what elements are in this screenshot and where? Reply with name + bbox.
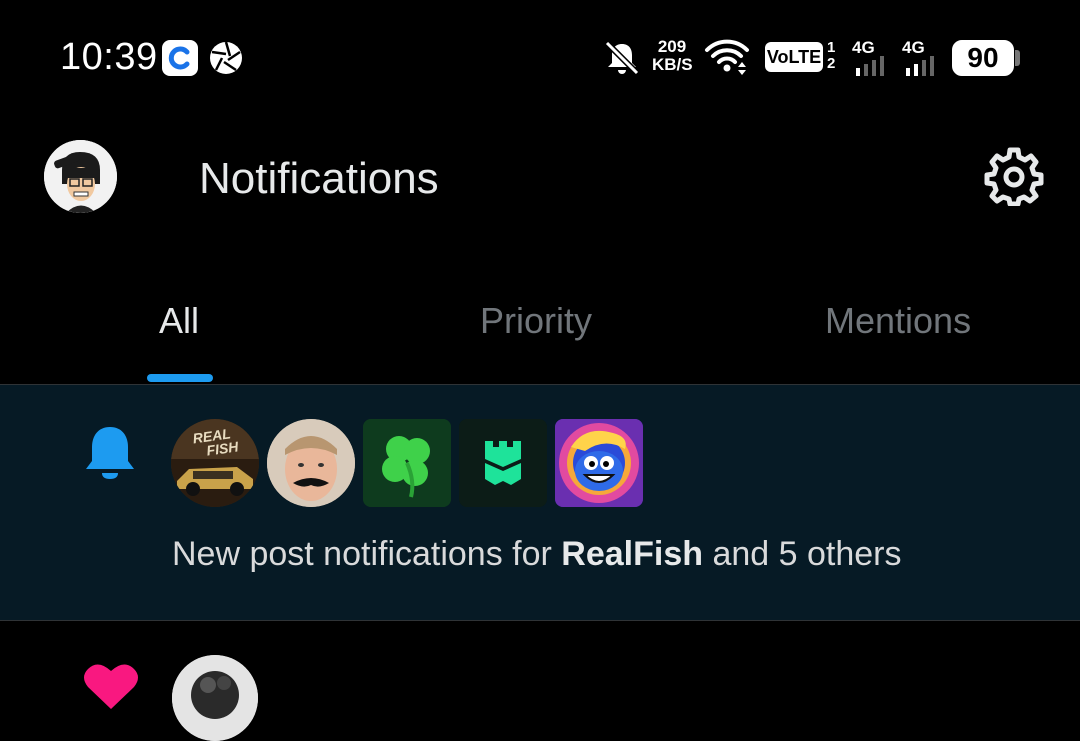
net-speed-unit: KB/S — [652, 55, 693, 74]
notification-item-next[interactable] — [0, 621, 1080, 741]
notification-tabs: All Priority Mentions — [0, 270, 1080, 385]
heart-icon — [82, 661, 140, 713]
next-notification-avatar[interactable] — [172, 655, 258, 741]
net-speed: 209 KB/S — [652, 37, 693, 74]
blue-creature-avatar[interactable] — [555, 419, 643, 507]
signal-1-icon: 4G — [852, 38, 892, 76]
notification-text-prefix: New post notifications for — [172, 535, 562, 573]
sim-2-label: 2 — [827, 55, 836, 72]
page-title: Notifications — [199, 154, 439, 203]
notification-item[interactable]: REAL FISH New post notifications for Rea… — [0, 385, 1080, 621]
volte-badge: VoLTE — [765, 42, 823, 72]
status-bar: 10:39 209 KB/S VoLTE 1 2 4G 4G 90 — [0, 0, 1080, 118]
bell-icon — [84, 423, 136, 483]
net-speed-value: 209 — [657, 37, 687, 56]
sim-slots: 1 2 — [827, 40, 835, 72]
bell-off-icon — [604, 40, 640, 76]
tab-priority[interactable]: Priority — [480, 300, 592, 342]
shutter-icon — [208, 40, 244, 76]
castle-avatar[interactable] — [459, 419, 547, 507]
battery-icon: 90 — [952, 40, 1014, 76]
clover-avatar[interactable] — [363, 419, 451, 507]
battery-tip — [1015, 50, 1020, 66]
tab-all[interactable]: All — [159, 300, 199, 342]
man-mustache-avatar[interactable] — [267, 419, 355, 507]
gear-icon[interactable] — [984, 146, 1044, 207]
status-time: 10:39 — [60, 36, 158, 78]
tab-mentions[interactable]: Mentions — [825, 300, 971, 342]
signal-2-icon: 4G — [902, 38, 942, 76]
active-tab-indicator — [147, 374, 213, 382]
app-header: Notifications — [0, 118, 1080, 248]
g-app-icon — [162, 40, 198, 76]
wifi-icon — [704, 38, 750, 76]
profile-avatar[interactable] — [44, 140, 117, 213]
sim-1-label: 1 — [827, 39, 836, 56]
notification-text-suffix: and 5 others — [703, 535, 902, 573]
notification-account-name[interactable]: RealFish — [561, 535, 703, 573]
notification-text: New post notifications for RealFish and … — [172, 535, 902, 574]
realfish-avatar[interactable]: REAL FISH — [171, 419, 259, 507]
